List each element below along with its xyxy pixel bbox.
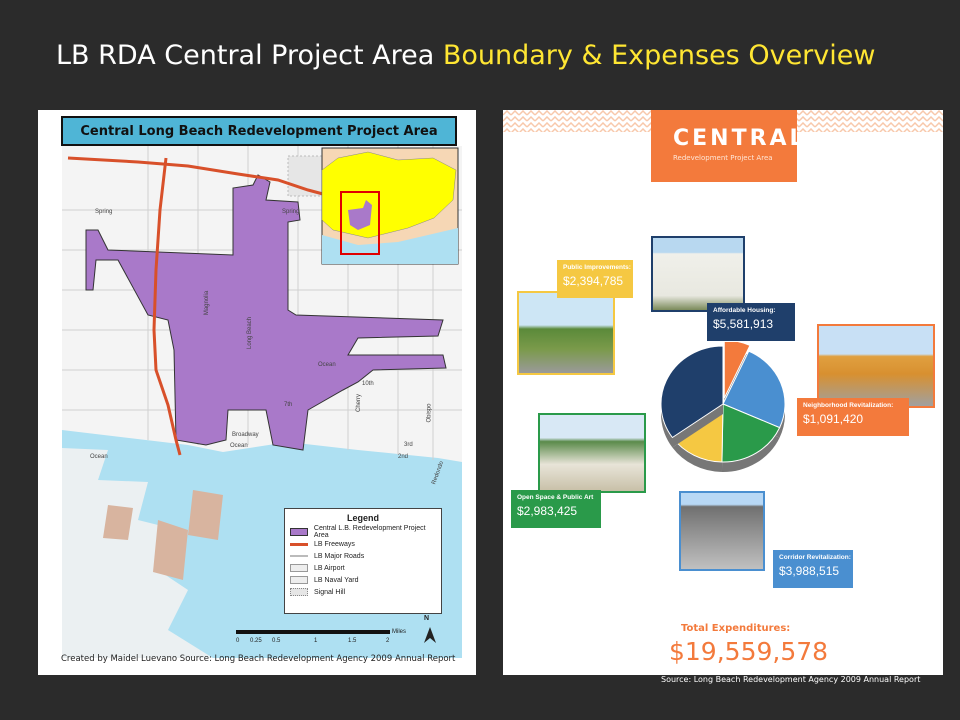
callout-label: Affordable Housing: [713, 307, 776, 314]
legend-swatch [290, 588, 308, 596]
legend-swatch [290, 576, 308, 584]
scale-bar [236, 630, 390, 634]
road-label: Spring [95, 209, 113, 215]
legend-item: Signal Hill [285, 586, 441, 598]
callout-affordable-housing: Affordable Housing: $5,581,913 [707, 303, 795, 341]
legend-label: LB Freeways [314, 540, 355, 548]
callout-value: $5,581,913 [713, 317, 774, 331]
road-label: Broadway [232, 432, 259, 438]
legend-item: LB Freeways [285, 538, 441, 550]
callout-value: $3,988,515 [779, 564, 840, 578]
road-label: Ocean [318, 362, 336, 368]
road-label: 7th [284, 402, 293, 408]
photo-open-space [538, 413, 646, 493]
legend-item: LB Major Roads [285, 550, 441, 562]
legend-swatch [290, 564, 308, 572]
road-label: Ocean [230, 443, 248, 449]
scale-tick: 0.25 [250, 638, 262, 644]
slide-title: LB RDA Central Project Area Boundary & E… [56, 40, 875, 71]
legend-label: Signal Hill [314, 588, 346, 596]
callout-open-space: Open Space & Public Art $2,983,425 [511, 490, 601, 528]
total-label: Total Expenditures: [681, 623, 791, 634]
legend-label: Central L.B. Redevelopment Project Area [313, 525, 426, 539]
map-credit: Created by Maidel Luevano Source: Long B… [61, 654, 456, 664]
legend-swatch [290, 555, 308, 557]
scale-tick: 1 [314, 638, 318, 644]
legend-label: LB Naval Yard [314, 576, 359, 584]
expenditure-pie [660, 342, 786, 472]
scale-tick: 0 [236, 638, 240, 644]
header-title: CENTRAL [673, 126, 807, 151]
title-highlight: Boundary & Expenses Overview [442, 40, 876, 71]
callout-neighborhood-revitalization: Neighborhood Revitalization: $1,091,420 [797, 398, 909, 436]
central-header: CENTRAL Redevelopment Project Area [651, 110, 804, 182]
scale-tick: 0.5 [272, 638, 281, 644]
callout-label: Public Improvements: [563, 264, 631, 271]
legend-title: Legend [346, 513, 379, 523]
callout-corridor-revitalization: Corridor Revitalization: $3,988,515 [773, 550, 853, 588]
callout-label: Corridor Revitalization: [779, 554, 851, 561]
legend-swatch [290, 528, 308, 536]
road-label: 3rd [404, 442, 413, 448]
callout-value: $1,091,420 [803, 412, 864, 426]
callout-label: Open Space & Public Art [517, 494, 594, 501]
road-label: Magnolia [204, 290, 211, 316]
callout-public-improvements: Public Improvements: $2,394,785 [557, 260, 633, 298]
total-value: $19,559,578 [669, 637, 829, 666]
title-main: LB RDA Central Project Area [56, 40, 435, 71]
scale-unit: Miles [392, 629, 407, 635]
callout-value: $2,394,785 [563, 274, 624, 288]
photo-public-improvements [517, 291, 615, 375]
road-label: 2nd [398, 454, 409, 460]
road-label: Obispo [426, 403, 433, 423]
legend-label: LB Airport [314, 564, 345, 572]
infographic-panel: CENTRAL Redevelopment Project Area Publi… [503, 110, 943, 675]
callout-value: $2,983,425 [517, 504, 578, 518]
road-label: Cherry [356, 393, 363, 413]
map-banner: Central Long Beach Redevelopment Project… [61, 116, 457, 146]
scale-tick: 1.5 [348, 638, 357, 644]
callout-label: Neighborhood Revitalization: [803, 402, 894, 409]
road-label: Long Beach [247, 316, 254, 350]
header-subtitle: Redevelopment Project Area [673, 154, 773, 162]
photo-affordable-housing [651, 236, 745, 312]
north-label: N [424, 615, 430, 622]
road-label: Ocean [90, 454, 108, 460]
legend-item: LB Airport [285, 562, 441, 574]
source-note: Source: Long Beach Redevelopment Agency … [661, 675, 921, 684]
legend-swatch [290, 542, 308, 546]
legend-item: Central L.B. Redevelopment Project Area [285, 525, 441, 539]
road-label: 10th [362, 381, 374, 387]
photo-neighborhood-revitalization [817, 324, 935, 408]
photo-corridor-revitalization [679, 491, 765, 571]
legend-item: LB Naval Yard [285, 574, 441, 586]
road-label: Spring [282, 209, 300, 215]
legend-label: LB Major Roads [314, 552, 365, 560]
map-legend: Legend Central L.B. Redevelopment Projec… [284, 508, 442, 614]
scale-tick: 2 [386, 638, 390, 644]
